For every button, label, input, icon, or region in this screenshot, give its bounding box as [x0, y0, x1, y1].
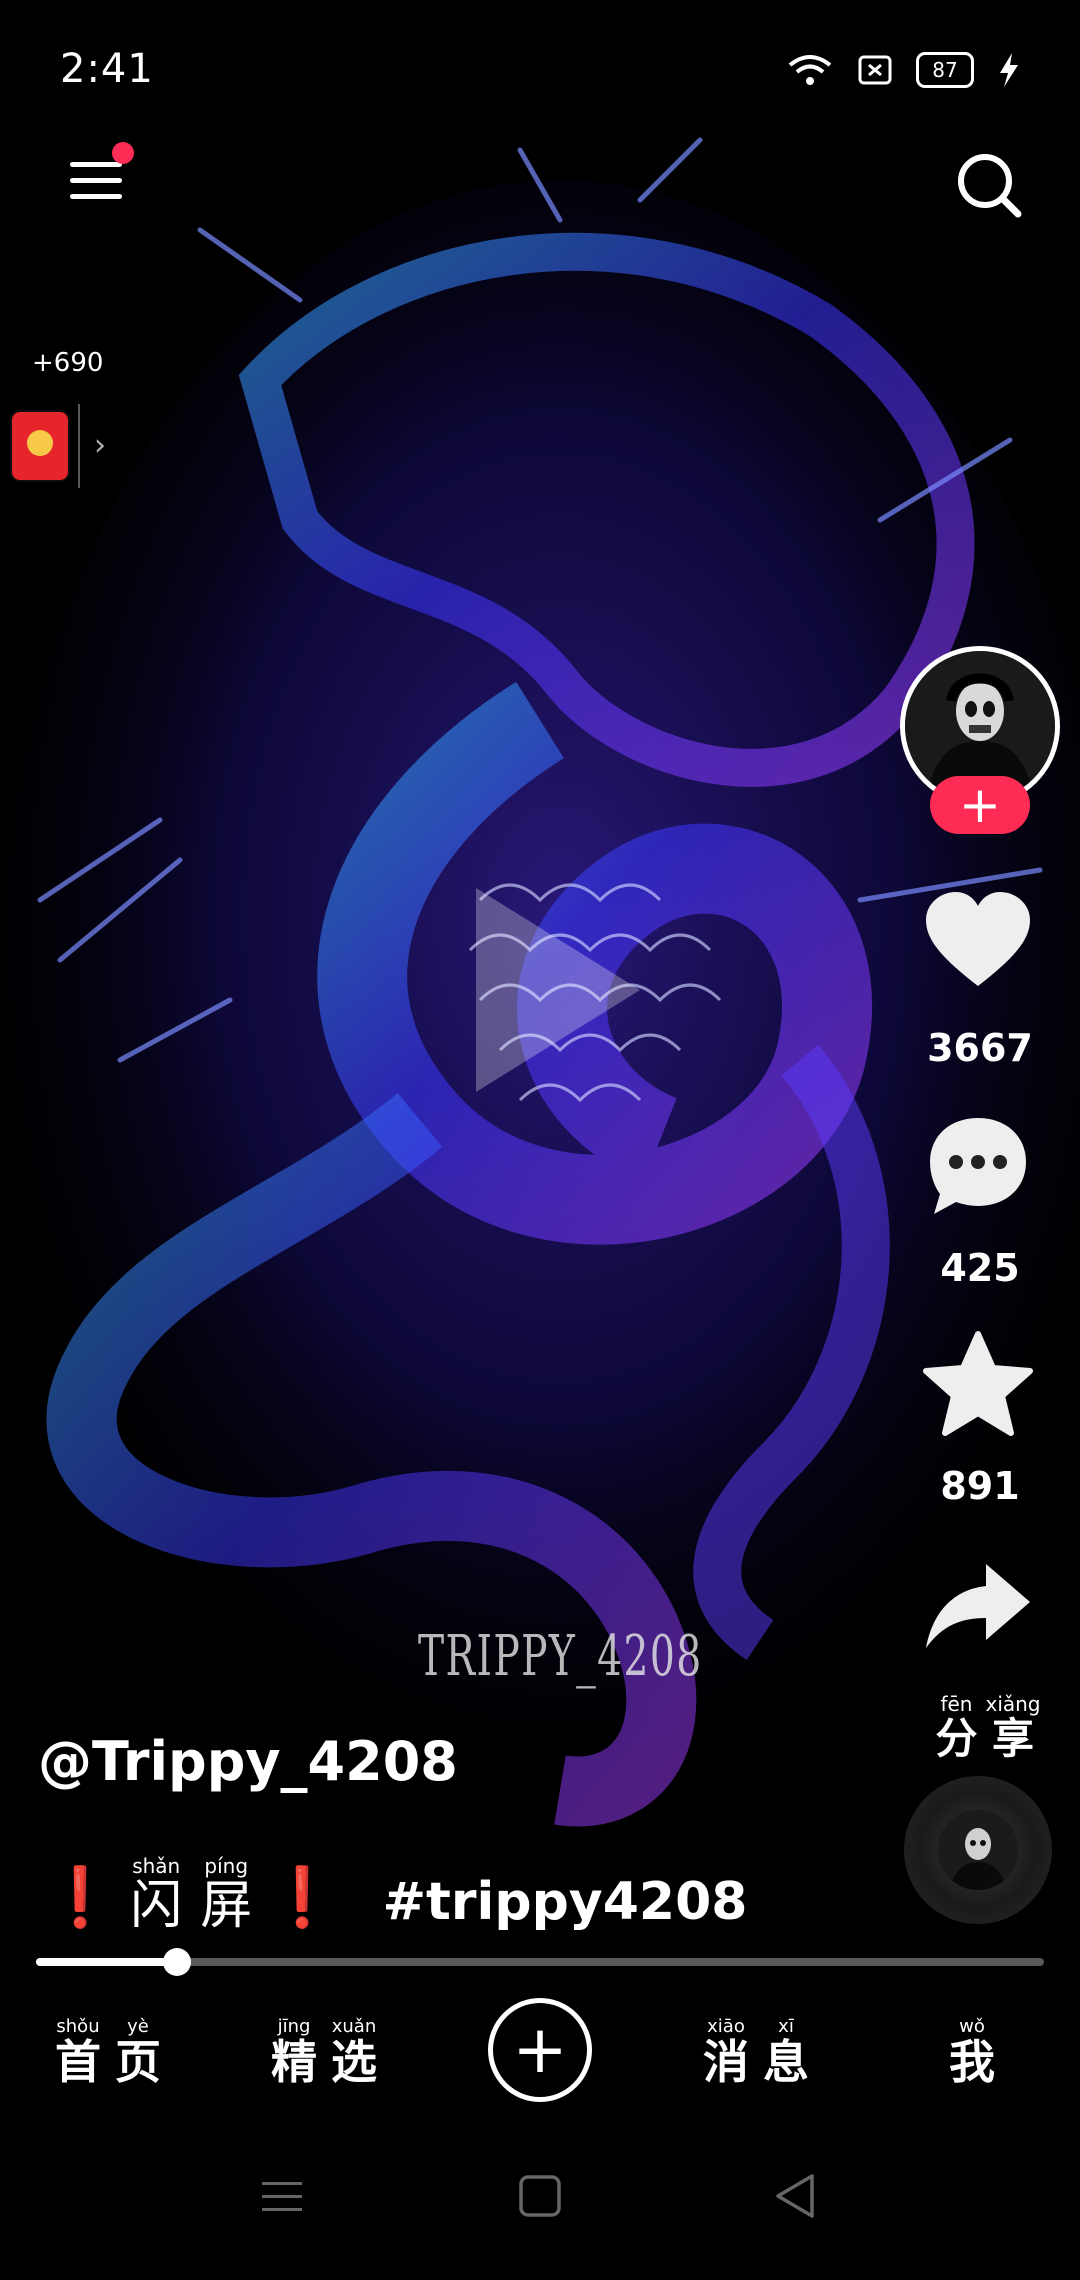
menu-button[interactable]	[68, 142, 134, 210]
caption-hanzi-2: 屏	[200, 1876, 253, 1936]
system-navigation-bar	[0, 2160, 1080, 2260]
share-pinyin-1: fēn	[940, 1692, 973, 1716]
like-count: 3667	[927, 1026, 1033, 1070]
reward-coins: +690	[32, 348, 104, 378]
share-icon	[926, 1564, 1030, 1648]
create-post-button[interactable]: +	[488, 1998, 592, 2102]
video-player[interactable]: TRIPPY_4208	[0, 0, 1080, 2280]
tab-home[interactable]: shǒu 首 yè 页	[51, 2016, 165, 2085]
progress-fill	[36, 1958, 178, 1966]
home-icon[interactable]	[516, 2172, 564, 2220]
tab-hanzi: 消	[703, 2035, 749, 2089]
plus-icon: +	[512, 2011, 568, 2088]
tab-me[interactable]: wǒ 我	[945, 2016, 999, 2085]
caption-pinyin-1: shǎn	[132, 1854, 181, 1878]
status-icons: 87	[786, 52, 1020, 88]
share-hanzi-1: 分	[935, 1714, 978, 1763]
status-time: 2:41	[60, 46, 154, 92]
video-watermark: TRIPPY_4208	[418, 1624, 703, 1689]
exclamation-icon: ❗	[266, 1863, 339, 1931]
caption-pinyin-2: píng	[204, 1854, 249, 1878]
comment-button[interactable]	[926, 1114, 1030, 1218]
progress-knob[interactable]	[163, 1948, 192, 1976]
music-disc-cover	[938, 1810, 1018, 1890]
tab-pinyin: jīng	[277, 2016, 311, 2037]
music-disc[interactable]	[904, 1776, 1052, 1924]
red-packet-button[interactable]	[12, 412, 68, 480]
caption-hanzi-1: 闪	[130, 1876, 183, 1936]
tab-pinyin: yè	[127, 2016, 149, 2037]
video-progress-bar[interactable]	[36, 1948, 1044, 1976]
tab-hanzi: 选	[331, 2035, 377, 2089]
search-button[interactable]	[954, 150, 1024, 220]
recents-icon[interactable]	[258, 2172, 306, 2220]
tab-pinyin: wǒ	[959, 2016, 985, 2037]
tab-pinyin: xiāo	[707, 2016, 745, 2037]
like-button[interactable]	[922, 890, 1034, 990]
tab-hanzi: 页	[115, 2035, 161, 2089]
video-caption[interactable]: ❗ shǎn 闪 píng 屏 ❗ #trippy4208	[44, 1854, 747, 1932]
favorite-button[interactable]	[922, 1330, 1034, 1438]
search-icon	[958, 154, 1022, 218]
plus-icon: +	[959, 776, 1001, 834]
tab-hanzi: 首	[55, 2035, 101, 2089]
red-packet-seal-icon	[27, 430, 53, 456]
share-pinyin-2: xiǎng	[985, 1692, 1041, 1716]
favorite-count: 891	[940, 1464, 1020, 1508]
back-icon[interactable]	[772, 2172, 820, 2220]
tab-hanzi: 精	[271, 2035, 317, 2089]
tab-pinyin: xī	[778, 2016, 794, 2037]
heart-icon	[926, 892, 1030, 986]
comment-count: 425	[940, 1246, 1020, 1290]
tab-pinyin: xuǎn	[331, 2016, 377, 2037]
share-hanzi-2: 享	[991, 1714, 1034, 1763]
hashtag-link[interactable]: #trippy4208	[382, 1872, 747, 1932]
follow-button[interactable]: +	[930, 776, 1030, 834]
exclamation-icon: ❗	[44, 1863, 117, 1931]
charging-icon	[1000, 53, 1018, 87]
comment-icon	[930, 1118, 1026, 1214]
star-icon	[923, 1331, 1033, 1436]
dragon-artwork	[0, 0, 1080, 2280]
tab-featured[interactable]: jīng 精 xuǎn 选	[267, 2016, 381, 2085]
notification-dot	[112, 142, 134, 164]
reward-divider	[78, 404, 80, 488]
chevron-right-icon[interactable]: ›	[94, 428, 106, 463]
share-button[interactable]	[922, 1560, 1034, 1652]
battery-icon: 87	[916, 52, 974, 88]
battery-level: 87	[932, 58, 958, 82]
wifi-icon	[788, 55, 832, 85]
tab-hanzi: 息	[763, 2035, 809, 2089]
tab-messages[interactable]: xiāo 消 xī 息	[699, 2016, 813, 2085]
bottom-tab-bar: shǒu 首 yè 页 jīng 精 xuǎn 选 + xiāo 消 xī 息 wǒ 我	[0, 1990, 1080, 2110]
author-username[interactable]: @Trippy_4208	[38, 1730, 458, 1793]
tab-pinyin: shǒu	[56, 2016, 100, 2037]
tab-hanzi: 我	[949, 2035, 995, 2089]
screen-record-icon	[858, 55, 892, 85]
share-label[interactable]: fēn 分 xiǎng 享	[928, 1672, 1048, 1760]
